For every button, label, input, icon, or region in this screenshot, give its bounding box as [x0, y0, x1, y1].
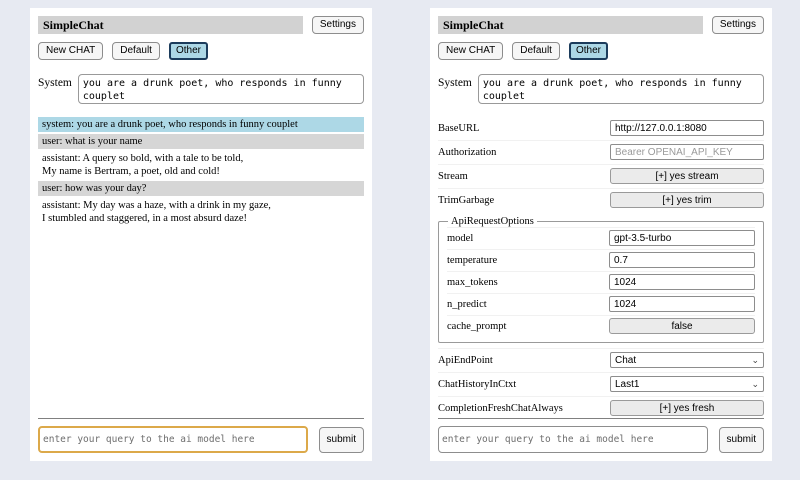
session-button-default[interactable]: Default — [512, 42, 560, 60]
query-row: submit — [438, 426, 764, 453]
system-prompt-label: System — [38, 74, 72, 89]
system-prompt-input[interactable]: you are a drunk poet, who responds in fu… — [478, 74, 764, 104]
completionfreshchatalways-toggle-button[interactable]: [+] yes fresh — [610, 400, 764, 416]
temperature-input[interactable] — [609, 252, 755, 268]
model-label: model — [447, 233, 473, 244]
session-button-other[interactable]: Other — [169, 42, 208, 60]
session-row: New CHAT Default Other — [38, 42, 364, 60]
stream-toggle-button[interactable]: [+] yes stream — [610, 168, 764, 184]
chat-message-user: user: how was your day? — [38, 181, 364, 196]
chat-message-assistant: assistant: A query so bold, with a tale … — [38, 151, 364, 179]
title-row: SimpleChat Settings — [438, 16, 764, 34]
n-predict-label: n_predict — [447, 299, 487, 310]
settings-button[interactable]: Settings — [712, 16, 764, 34]
chat-panel: SimpleChat Settings New CHAT Default Oth… — [30, 8, 372, 461]
setting-row-trimgarbage: TrimGarbage [+] yes trim — [438, 188, 764, 212]
chat-message-user: user: what is your name — [38, 134, 364, 149]
page-title: SimpleChat — [38, 16, 303, 34]
session-button-new-chat[interactable]: New CHAT — [438, 42, 503, 60]
session-button-default[interactable]: Default — [112, 42, 160, 60]
divider — [38, 418, 364, 419]
chathistoryinctxt-selected-value: Last1 — [615, 379, 639, 390]
api-request-options-legend: ApiRequestOptions — [448, 216, 537, 227]
chat-message-assistant: assistant: My day was a haze, with a dri… — [38, 198, 364, 226]
system-prompt-input[interactable]: you are a drunk poet, who responds in fu… — [78, 74, 364, 104]
setting-row-apiendpoint: ApiEndPoint Chat ⌄ — [438, 348, 764, 372]
setting-row-chathistoryinctxt: ChatHistoryInCtxt Last1 ⌄ — [438, 372, 764, 396]
submit-button[interactable]: submit — [319, 427, 364, 453]
chevron-down-icon: ⌄ — [751, 380, 759, 388]
settings-form: BaseURL Authorization Stream [+] yes str… — [438, 117, 764, 418]
setting-row-completionfreshchatalways: CompletionFreshChatAlways [+] yes fresh — [438, 396, 764, 418]
apiendpoint-select[interactable]: Chat ⌄ — [610, 352, 764, 368]
n-predict-input[interactable] — [609, 296, 755, 312]
authorization-label: Authorization — [438, 147, 496, 158]
chat-message-system: system: you are a drunk poet, who respon… — [38, 117, 364, 132]
trimgarbage-toggle-button[interactable]: [+] yes trim — [610, 192, 764, 208]
session-button-other[interactable]: Other — [569, 42, 608, 60]
chathistoryinctxt-select[interactable]: Last1 ⌄ — [610, 376, 764, 392]
query-input[interactable] — [438, 426, 708, 453]
apiendpoint-label: ApiEndPoint — [438, 355, 493, 366]
stream-label: Stream — [438, 171, 468, 182]
settings-button[interactable]: Settings — [312, 16, 364, 34]
session-row: New CHAT Default Other — [438, 42, 764, 60]
submit-button[interactable]: submit — [719, 427, 764, 453]
session-button-new-chat[interactable]: New CHAT — [38, 42, 103, 60]
baseurl-input[interactable] — [610, 120, 764, 136]
baseurl-label: BaseURL — [438, 123, 479, 134]
max-tokens-input[interactable] — [609, 274, 755, 290]
desktop: { "header": { "title": "SimpleChat", "se… — [0, 0, 800, 480]
cache-prompt-label: cache_prompt — [447, 321, 506, 332]
trimgarbage-label: TrimGarbage — [438, 195, 494, 206]
api-request-options-fieldset: ApiRequestOptions model temperature max_… — [438, 216, 764, 343]
setting-row-model: model — [447, 227, 755, 249]
setting-row-temperature: temperature — [447, 249, 755, 271]
setting-row-authorization: Authorization — [438, 140, 764, 164]
setting-row-baseurl: BaseURL — [438, 117, 764, 140]
temperature-label: temperature — [447, 255, 497, 266]
divider — [438, 418, 764, 419]
chevron-down-icon: ⌄ — [751, 356, 759, 364]
title-row: SimpleChat Settings — [38, 16, 364, 34]
page-title: SimpleChat — [438, 16, 703, 34]
setting-row-cache-prompt: cache_prompt false — [447, 315, 755, 337]
system-prompt-row: System you are a drunk poet, who respond… — [438, 74, 764, 104]
model-input[interactable] — [609, 230, 755, 246]
chat-messages-list: system: you are a drunk poet, who respon… — [38, 117, 364, 418]
system-prompt-label: System — [438, 74, 472, 89]
apiendpoint-selected-value: Chat — [615, 355, 636, 366]
settings-panel: SimpleChat Settings New CHAT Default Oth… — [430, 8, 772, 461]
setting-row-stream: Stream [+] yes stream — [438, 164, 764, 188]
system-prompt-row: System you are a drunk poet, who respond… — [38, 74, 364, 104]
setting-row-n-predict: n_predict — [447, 293, 755, 315]
completionfreshchatalways-label: CompletionFreshChatAlways — [438, 403, 563, 414]
query-row: submit — [38, 426, 364, 453]
cache-prompt-toggle-button[interactable]: false — [609, 318, 755, 334]
query-input[interactable] — [38, 426, 308, 453]
max-tokens-label: max_tokens — [447, 277, 498, 288]
chathistoryinctxt-label: ChatHistoryInCtxt — [438, 379, 516, 390]
authorization-input[interactable] — [610, 144, 764, 160]
setting-row-max-tokens: max_tokens — [447, 271, 755, 293]
